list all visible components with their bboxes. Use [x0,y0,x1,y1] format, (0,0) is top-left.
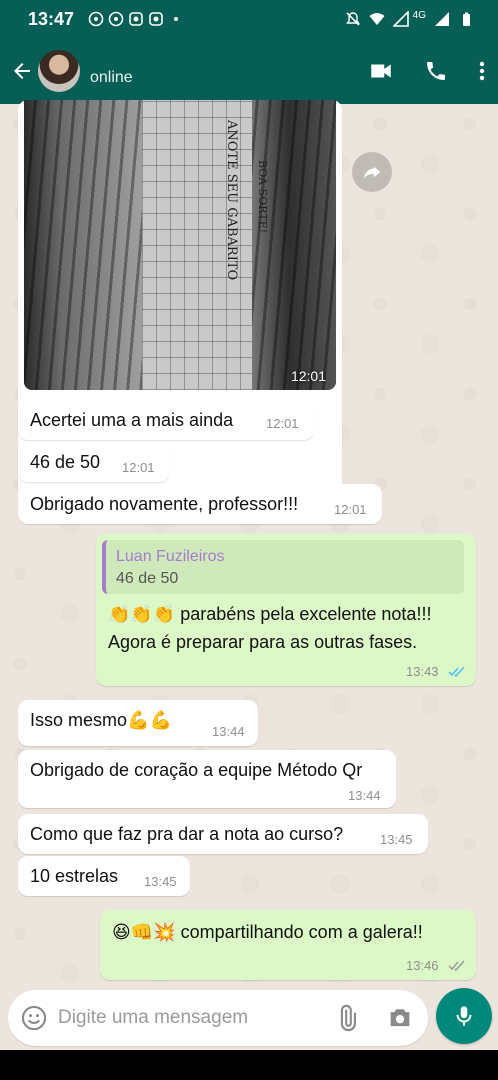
video-call-button[interactable] [368,58,394,84]
delivered-ticks-icon [448,960,465,972]
outgoing-message[interactable]: 😆👊💥 compartilhando com a galera!! 13:46 [100,910,476,980]
message-time: 12:01 [266,416,299,431]
incoming-message[interactable]: Acertei uma a mais ainda 12:01 [18,400,314,440]
message-time: 13:46 [406,958,439,973]
message-time: 13:45 [144,874,177,889]
more-options-button[interactable] [478,59,486,83]
photo-text: ANOTE SEU GABARITO [224,120,239,281]
message-text-line: Isso mesmo [30,710,128,730]
emoji: 👏👏👏 [108,604,176,625]
message-text: Isso mesmo💪💪 [30,710,172,731]
status-time: 13:47 [28,8,75,29]
whatsapp-notification-icon [108,11,124,27]
message-text: Obrigado novamente, professor!!! [30,494,299,514]
notification-icons [88,11,184,27]
dot-icon [174,17,179,21]
battery-icon [463,12,470,26]
camera-icon [390,1009,410,1027]
chat-area[interactable]: ANOTE SEU GABARITO BOA SORTE! 12:01 Acer… [0,100,498,984]
video-call-icon [371,64,391,78]
emoji-button[interactable] [20,1004,48,1037]
message-text-line: parabéns pela excelente nota!!! [180,604,432,624]
phone-icon [427,62,445,80]
attach-button[interactable] [333,1004,361,1037]
attach-icon [340,1004,356,1032]
read-ticks-icon [448,666,465,678]
mic-icon [456,1006,472,1026]
voice-call-button[interactable] [424,59,448,83]
quoted-message[interactable]: Luan Fuzileiros 46 de 50 [102,540,464,594]
back-button[interactable] [4,38,40,104]
incoming-message[interactable]: Como que faz pra dar a nota ao curso? 13… [18,814,428,854]
contact-status: online [90,69,133,86]
incoming-message[interactable]: 46 de 50 12:01 [18,442,170,482]
mute-icon [345,12,360,26]
incoming-message[interactable]: 10 estrelas 13:45 [18,856,190,896]
quote-author: Luan Fuzileiros [116,548,225,565]
mic-button[interactable] [436,988,492,1044]
signal-icon [435,12,449,26]
camera-button[interactable] [386,1004,414,1037]
message-text: 46 de 50 [30,452,101,472]
message-text: 👏👏👏 parabéns pela excelente nota!!! [108,604,431,625]
message-text: Acertei uma a mais ainda [30,410,234,430]
message-time: 12:01 [334,502,367,517]
message-time: 13:43 [406,664,439,679]
message-input[interactable] [58,1004,318,1032]
contact-info[interactable]: online [90,55,133,87]
avatar[interactable] [38,50,80,92]
message-text: 10 estrelas [30,866,119,886]
emoji-icon [21,1005,47,1031]
message-time: 12:01 [290,368,326,384]
app-notification-icon [129,12,143,26]
chat-header: online [0,38,498,104]
message-text-line: Agora é preparar para as outras fases. [108,632,418,652]
back-arrow-icon [14,63,30,79]
whatsapp-notification-icon [88,11,104,27]
incoming-message[interactable]: Obrigado de coração a equipe Método Qr 1… [18,750,396,808]
signal-icon [392,11,409,27]
network-type: 4G [412,9,426,21]
message-text-line: compartilhando com a galera!! [180,922,423,942]
message-time: 13:44 [212,724,245,739]
emoji: 😆👊💥 [112,922,176,943]
message-time: 13:45 [380,832,413,847]
forward-icon [363,166,381,179]
app-notification-icon [149,12,163,26]
message-time: 13:44 [348,788,381,803]
outgoing-message[interactable]: Luan Fuzileiros 46 de 50 👏👏👏 parabéns pe… [96,534,476,686]
status-bar: 13:47 4G [0,0,498,38]
incoming-message[interactable]: Isso mesmo💪💪 13:44 [18,700,258,746]
wifi-icon [369,13,385,25]
photo-text: BOA SORTE! [256,160,269,234]
forward-button[interactable] [352,152,392,192]
more-options-icon [479,61,485,81]
system-navigation-bar [0,1050,498,1080]
composer [8,990,428,1046]
quote-text: 46 de 50 [116,570,179,587]
emoji: 💪💪 [127,710,172,731]
message-text: Obrigado de coração a equipe Método Qr [30,760,363,780]
message-photo[interactable]: ANOTE SEU GABARITO BOA SORTE! 12:01 [24,100,336,390]
incoming-message[interactable]: Obrigado novamente, professor!!! 12:01 [18,484,382,524]
message-text: Como que faz pra dar a nota ao curso? [30,824,344,844]
message-time: 12:01 [122,460,155,475]
message-text: 😆👊💥 compartilhando com a galera!! [112,922,423,943]
